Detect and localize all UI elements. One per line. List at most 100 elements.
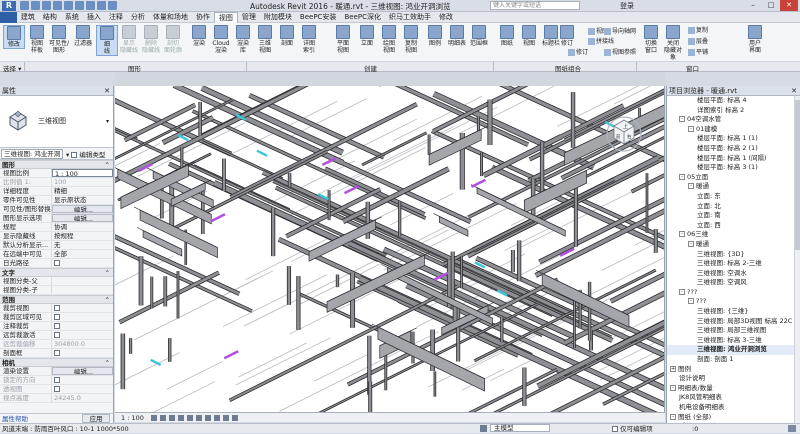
checkbox[interactable] bbox=[54, 350, 60, 356]
tree-node[interactable]: 立面: 西 bbox=[667, 221, 800, 231]
property-value[interactable] bbox=[52, 331, 113, 339]
remove-hidden-button[interactable]: 删除 隐藏线 bbox=[140, 25, 162, 54]
property-value[interactable]: 精细 bbox=[52, 187, 113, 195]
collapse-icon[interactable]: - bbox=[688, 298, 694, 305]
user-interface-button[interactable]: 用户 界面 bbox=[744, 25, 766, 54]
tab-3[interactable]: 插入 bbox=[83, 12, 105, 23]
maximize-icon[interactable]: □ bbox=[762, 0, 780, 11]
legends-button[interactable]: 图例 bbox=[424, 25, 446, 47]
tree-node[interactable]: 立面: 东 bbox=[667, 192, 800, 202]
reveal-hidden-icon[interactable] bbox=[232, 415, 238, 421]
checkbox[interactable] bbox=[54, 260, 60, 266]
chevron-down-icon[interactable]: ▾ bbox=[106, 118, 109, 125]
collapse-icon[interactable]: - bbox=[670, 413, 676, 420]
chevron-up-icon[interactable]: ⌃ bbox=[105, 296, 110, 305]
measure-icon[interactable] bbox=[75, 1, 84, 10]
tree-node[interactable]: - 明细表/数量 bbox=[667, 384, 800, 394]
tree-node[interactable]: 立面: 南 bbox=[667, 211, 800, 221]
cut-profile-button[interactable]: 剖切 面轮廓 bbox=[162, 25, 184, 54]
collapse-icon[interactable]: - bbox=[688, 240, 694, 247]
edit-button[interactable]: 编辑... bbox=[52, 367, 113, 375]
close-icon[interactable]: ✕ bbox=[780, 0, 798, 11]
sheet-button[interactable]: 图纸 bbox=[496, 25, 518, 47]
shadows-icon[interactable] bbox=[178, 415, 184, 421]
tree-node[interactable]: - 暖通 bbox=[667, 182, 800, 192]
tree-node[interactable]: 详图索引 标高 2 bbox=[667, 106, 800, 116]
scrollbar[interactable] bbox=[794, 96, 800, 423]
close-hidden-button[interactable]: 关闭 隐藏对象 bbox=[662, 25, 684, 61]
revisions-button[interactable]: 修订 bbox=[556, 25, 578, 47]
render-icon[interactable] bbox=[187, 415, 193, 421]
tree-node[interactable]: 三维视图: {三维} bbox=[667, 307, 800, 317]
tab-1[interactable]: 结构 bbox=[39, 12, 61, 23]
property-value[interactable] bbox=[52, 259, 113, 267]
edit-button[interactable]: 编辑... bbox=[52, 205, 113, 213]
chevron-up-icon[interactable]: ⌃ bbox=[105, 359, 110, 368]
property-value[interactable] bbox=[52, 304, 113, 312]
tab-6[interactable]: 体量和场地 bbox=[149, 12, 192, 23]
tree-node[interactable]: 设计说明 bbox=[667, 374, 800, 384]
ribbon-small-item[interactable]: 修订 bbox=[568, 47, 588, 56]
ribbon-small-item[interactable]: 拼接线 bbox=[588, 36, 614, 45]
tree-node[interactable]: 三维视图: 空调水 bbox=[667, 269, 800, 279]
tree-node[interactable]: 剖面: 剖面 1 bbox=[667, 355, 800, 365]
tree-node[interactable]: 机电设备明细表 bbox=[667, 403, 800, 413]
thin-lines-button[interactable]: 细 线 bbox=[96, 25, 118, 56]
tree-node[interactable]: - 图纸 (全部) bbox=[667, 413, 800, 423]
property-group-header[interactable]: 相机 ⌃ bbox=[0, 358, 113, 367]
collapse-icon[interactable]: - bbox=[688, 125, 694, 132]
login-button[interactable]: 登录 bbox=[620, 1, 634, 11]
tree-node[interactable]: 楼层平面: 标高 4 bbox=[667, 96, 800, 106]
drafting-view-button[interactable]: 绘图 视图 bbox=[378, 25, 400, 54]
checkbox[interactable] bbox=[54, 323, 60, 329]
redo-icon[interactable] bbox=[53, 1, 62, 10]
checkbox[interactable] bbox=[54, 332, 60, 338]
tree-node[interactable]: + 图例 bbox=[667, 365, 800, 375]
detail-level-icon[interactable] bbox=[151, 415, 157, 421]
property-group-header[interactable]: 文字 ⌃ bbox=[0, 268, 113, 277]
duplicate-view-button[interactable]: 复制 视图 bbox=[400, 25, 422, 54]
property-group-header[interactable]: 图形 ⌃ bbox=[0, 160, 113, 169]
close-icon[interactable]: ✕ bbox=[791, 86, 797, 96]
undo-icon[interactable] bbox=[42, 1, 51, 10]
modify-button[interactable]: 修改 bbox=[3, 25, 25, 49]
property-value[interactable] bbox=[52, 277, 113, 285]
open-icon[interactable] bbox=[20, 1, 29, 10]
tree-node[interactable]: 三维视图: 标高 3-三维 bbox=[667, 336, 800, 346]
tree-node[interactable]: 三维视图: 鸿业开洞浏览 bbox=[667, 345, 800, 356]
sun-path-icon[interactable] bbox=[169, 415, 175, 421]
tab-8[interactable]: 视图 bbox=[213, 11, 238, 23]
ribbon-small-item[interactable]: 视图参照 bbox=[604, 47, 636, 56]
tree-node[interactable]: JK8风管明细表 bbox=[667, 393, 800, 403]
tab-11[interactable]: BeePC安装 bbox=[296, 12, 341, 23]
tab-5[interactable]: 分析 bbox=[127, 12, 149, 23]
tab-14[interactable]: 修改 bbox=[435, 12, 457, 23]
collapse-icon[interactable]: - bbox=[679, 173, 685, 180]
tab-2[interactable]: 系统 bbox=[61, 12, 83, 23]
edit-type-button[interactable]: ▾ 编辑类型 bbox=[66, 149, 105, 159]
tree-node[interactable]: -06三维 bbox=[667, 230, 800, 240]
tree-node[interactable]: -??? bbox=[667, 288, 800, 298]
visual-style-icon[interactable] bbox=[160, 415, 166, 421]
tab-12[interactable]: BeePC深化 bbox=[340, 12, 385, 23]
crop-region-icon[interactable] bbox=[214, 415, 220, 421]
workset-dropdown[interactable]: 主模型 bbox=[490, 424, 550, 432]
collapse-icon[interactable]: - bbox=[679, 116, 685, 123]
edit-button[interactable]: 编辑... bbox=[52, 214, 113, 222]
visibility-button[interactable]: 可见性/ 图形 bbox=[48, 25, 70, 54]
tree-node[interactable]: 楼层平面: 标高 2 (1) bbox=[667, 144, 800, 154]
tab-4[interactable]: 注释 bbox=[105, 12, 127, 23]
hide-isolate-icon[interactable] bbox=[223, 415, 229, 421]
checkbox[interactable] bbox=[54, 314, 60, 320]
property-value[interactable]: 无 bbox=[52, 241, 113, 249]
view-placement-button[interactable]: 视图 bbox=[518, 25, 540, 47]
type-selector[interactable]: 三维视图 ▾ bbox=[0, 96, 113, 148]
tree-node[interactable]: 三维视图: 标高 2-三维 bbox=[667, 259, 800, 269]
cascade-button[interactable]: 层叠 bbox=[688, 36, 708, 45]
property-group-header[interactable]: 范围 ⌃ bbox=[0, 295, 113, 304]
checkbox[interactable] bbox=[54, 305, 60, 311]
instance-selector[interactable]: 三维视图: 鸿业开洞 bbox=[1, 148, 63, 159]
tree-node[interactable]: 三维视图: {3D} bbox=[667, 250, 800, 260]
view-scale[interactable]: 1 : 100 bbox=[115, 414, 144, 422]
render-gallery-button[interactable]: 渲染 库 bbox=[232, 25, 254, 54]
